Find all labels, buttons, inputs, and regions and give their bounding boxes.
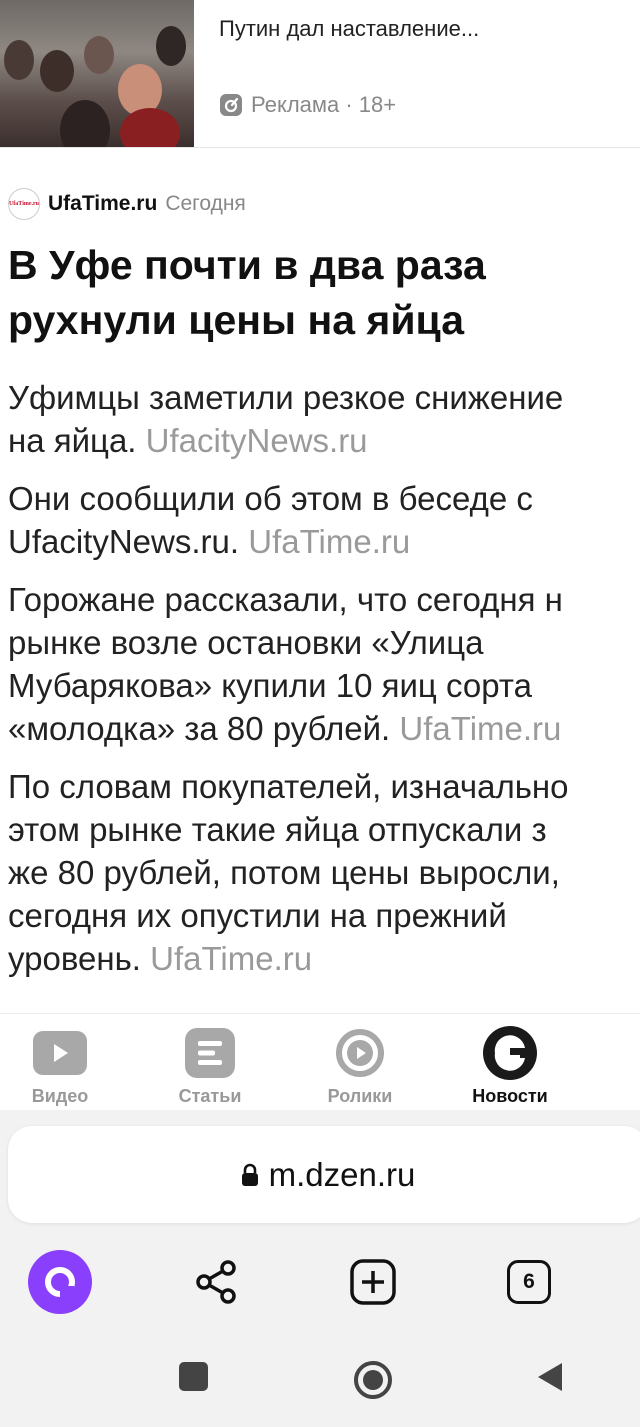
ad-title[interactable]: Путин дал наставление... xyxy=(219,16,479,42)
tabs-count: 6 xyxy=(523,1270,535,1293)
tab-clips-label: Ролики xyxy=(327,1086,393,1106)
recents-icon[interactable] xyxy=(178,1361,209,1392)
paragraph-source-link[interactable]: UfaTime.ru xyxy=(248,523,410,560)
article-body: Уфимцы заметили резкое снижение на яйца.… xyxy=(8,376,640,995)
back-icon[interactable] xyxy=(534,1361,566,1393)
tab-articles-label: Статьи xyxy=(178,1086,242,1106)
tab-video-label: Видео xyxy=(31,1086,89,1106)
ad-banner[interactable]: Путин дал наставление... Реклама · 18+ xyxy=(0,0,640,148)
paragraph-source-link[interactable]: UfaTime.ru xyxy=(399,710,561,747)
tabs-count-icon: 6 xyxy=(507,1260,551,1304)
home-icon[interactable] xyxy=(352,1359,394,1401)
alice-assistant-button[interactable] xyxy=(28,1250,92,1314)
video-play-icon xyxy=(33,1031,87,1075)
lock-icon xyxy=(241,1163,258,1186)
article-date: Сегодня xyxy=(165,192,246,215)
article-headline: В Уфе почти в два раза рухнули цены на я… xyxy=(8,242,486,343)
article-paragraph: Горожане рассказали, что сегодня н рынке… xyxy=(8,581,563,747)
system-navigation-bar xyxy=(0,1335,640,1427)
browser-toolbar: 6 xyxy=(0,1250,640,1320)
article-paragraph: Уфимцы заметили резкое снижение на яйца.… xyxy=(8,379,564,459)
tab-clips[interactable]: Ролики xyxy=(285,1014,435,1110)
alice-icon xyxy=(45,1267,75,1298)
ad-badge-icon xyxy=(220,94,242,116)
url-text[interactable]: m.dzen.ru xyxy=(269,1156,416,1194)
tab-video[interactable]: Видео xyxy=(0,1014,135,1110)
zen-bottom-tabs: Видео Статьи Ролики Новости xyxy=(0,1013,640,1110)
source-name[interactable]: UfaTime.ru xyxy=(48,192,157,216)
article-source[interactable]: UfaTime.ru UfaTime.ru Сегодня xyxy=(8,188,246,220)
new-tab-button[interactable] xyxy=(341,1250,405,1314)
address-bar[interactable]: m.dzen.ru xyxy=(8,1126,640,1223)
ad-meta-text: Реклама · 18+ xyxy=(251,92,397,117)
tabs-switcher-button[interactable]: 6 xyxy=(497,1250,561,1314)
paragraph-source-link[interactable]: UfaTime.ru xyxy=(150,940,312,977)
article-paragraph: Они сообщили об этом в беседе с UfacityN… xyxy=(8,480,533,560)
tab-news[interactable]: Новости xyxy=(435,1014,585,1110)
article-paragraph: По словам покупателей, изначально этом р… xyxy=(8,768,569,977)
plus-square-icon xyxy=(350,1259,396,1305)
news-icon xyxy=(483,1026,537,1080)
articles-icon xyxy=(185,1028,235,1078)
tab-articles[interactable]: Статьи xyxy=(135,1014,285,1110)
paragraph-source-link[interactable]: UfacityNews.ru xyxy=(146,422,368,459)
share-button[interactable] xyxy=(184,1250,248,1314)
tab-news-label: Новости xyxy=(472,1086,548,1106)
source-logo: UfaTime.ru xyxy=(8,188,40,220)
share-icon xyxy=(196,1260,236,1304)
ad-meta: Реклама · 18+ xyxy=(219,92,396,118)
ad-image[interactable] xyxy=(0,0,194,147)
clips-icon xyxy=(336,1029,384,1077)
